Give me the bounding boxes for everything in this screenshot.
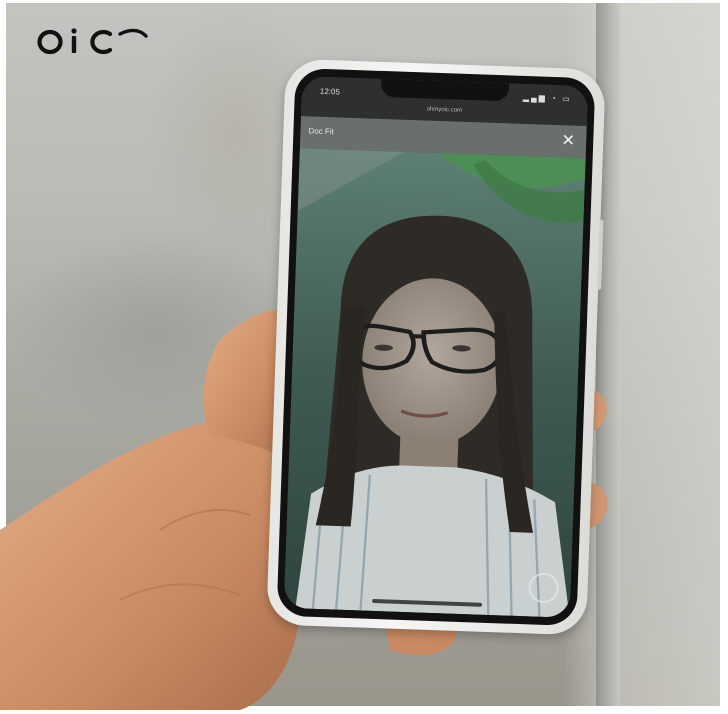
notch [380,78,510,102]
oic-logo [37,28,148,55]
smartphone: 12:05 ▂▄▆ ◔ ▭ ohmyoic.com Doc Fit ✕ [266,58,606,636]
phone-screen: 12:05 ▂▄▆ ◔ ▭ ohmyoic.com Doc Fit ✕ [283,76,589,618]
status-time: 12:05 [319,86,341,97]
url-text: ohmyoic.com [426,106,463,114]
status-icons: ▂▄▆ ◔ ▭ [522,92,572,104]
selfie-image [283,148,586,618]
camera-feed [283,148,586,618]
header-label: Doc Fit [308,126,334,137]
close-icon[interactable]: ✕ [558,131,579,152]
